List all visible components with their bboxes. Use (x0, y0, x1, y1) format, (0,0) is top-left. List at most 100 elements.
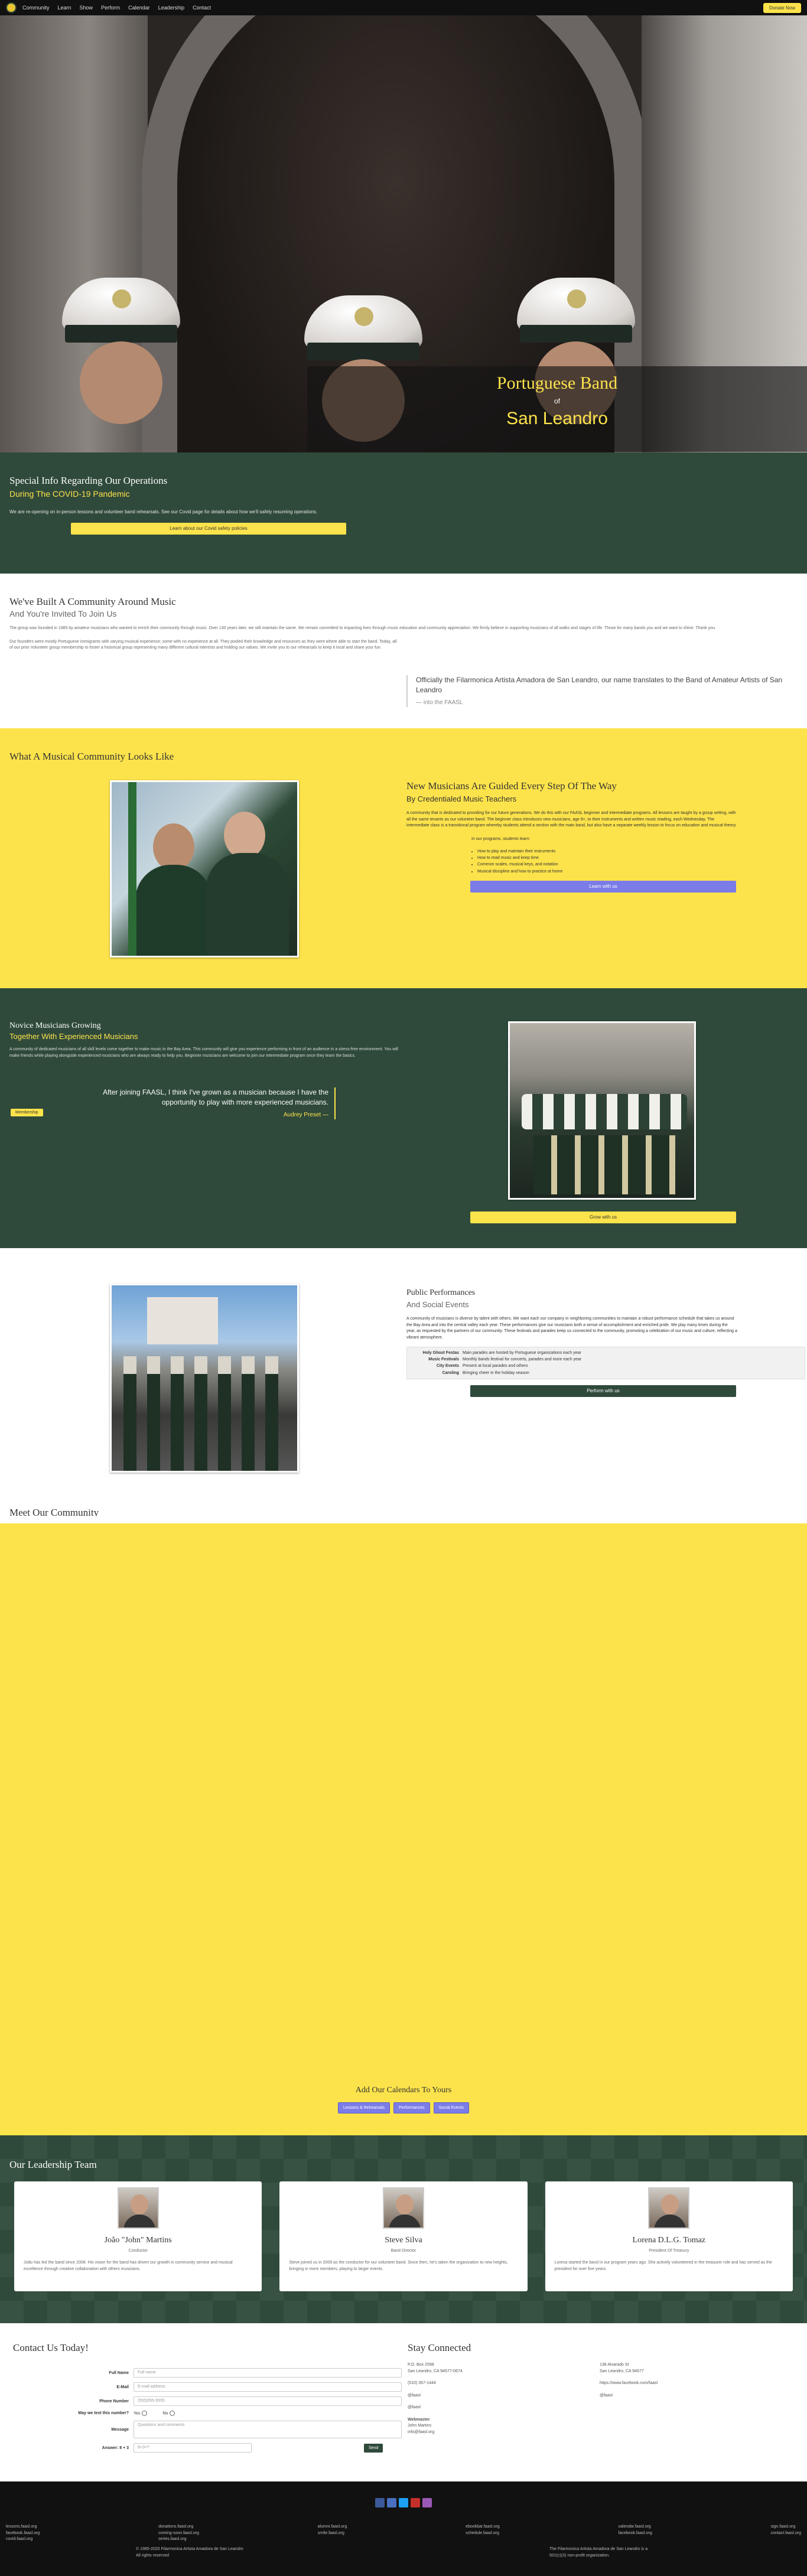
perform-with-us-button[interactable]: Perform with us (470, 1385, 736, 1397)
form-row: Answer: 8 + 3 8+3=? Send (65, 2443, 402, 2453)
phone-input[interactable]: (555)555-5555 (134, 2396, 402, 2406)
instagram-handle[interactable]: @faasl (408, 2393, 600, 2399)
nav-link-show[interactable]: Show (80, 5, 93, 11)
table-row: Caroling Bringing cheer in the holiday se… (442, 1370, 529, 1375)
radio-yes[interactable]: Yes (134, 2411, 148, 2416)
calendar-performances-button[interactable]: Performances (393, 2102, 430, 2113)
calendar-lessons-button[interactable]: Lessons & Rehearsals (337, 2102, 391, 2113)
linkedin-icon[interactable] (387, 2498, 396, 2507)
scallop-divider (0, 1516, 807, 1530)
hero-section: Portuguese Band of San Leandro (0, 0, 807, 452)
footer: lessons.faasl.org facebook.faasl.org covid… (0, 2481, 807, 2576)
musical-section-title: What A Musical Community Looks Like (9, 751, 174, 762)
webmaster-email[interactable]: info@faasl.org (408, 2430, 600, 2436)
list-item: How to read music and keep time (477, 855, 737, 861)
table-row: Music Festivals Monthly bands festival fo… (428, 1357, 582, 1362)
message-textarea[interactable]: Questions and comments (134, 2421, 402, 2438)
covid-section: Special Info Regarding Our Operations Du… (0, 452, 807, 574)
table-row: City Events Present at local parades and … (436, 1364, 528, 1369)
footer-col: calendar.faasl.org facebook.faasl.org (618, 2525, 652, 2535)
hero-title-box: Portuguese Band of San Leandro (307, 366, 807, 452)
community-section: We've Built A Community Around Music And… (0, 574, 807, 728)
musical-right-column: New Musicians Are Guided Every Step Of T… (406, 780, 737, 893)
social-handle[interactable]: @faasl (600, 2393, 792, 2399)
musical-list: How to play and maintain their instrumen… (477, 848, 737, 875)
leader-card: João "John" Martins Conductor João has l… (14, 2181, 262, 2291)
covid-subtitle: During The COVID-19 Pandemic (9, 489, 130, 499)
email-input[interactable]: E-mail address (134, 2382, 402, 2392)
hero-of: of (554, 397, 560, 405)
logo-icon[interactable] (6, 2, 17, 13)
students-photo (110, 780, 299, 958)
footer-links: lessons.faasl.org facebook.faasl.org covid… (6, 2524, 801, 2543)
parade-photo (110, 1284, 299, 1473)
musical-section: What A Musical Community Looks Like New … (0, 728, 807, 988)
leader-name: João "John" Martins (104, 2236, 172, 2245)
list-item: How to play and maintain their instrumen… (477, 848, 737, 855)
social-icons (0, 2498, 807, 2507)
radio-no[interactable]: No (162, 2411, 175, 2416)
footer-col: ebookbar.faasl.org schedule.faasl.org (466, 2525, 500, 2535)
table-row: Holy Ghost Festas Main parades are hosted… (422, 1351, 581, 1355)
grow-with-us-button[interactable]: Grow with us (470, 1212, 736, 1223)
leader-role: Conductor (128, 2249, 148, 2253)
leader-bio: João has led the band since 2008. His vi… (24, 2261, 233, 2271)
facebook-icon[interactable] (375, 2498, 385, 2507)
facebook-link[interactable]: https://www.facebook.com/faasl (600, 2380, 792, 2387)
quote-text: Officially the Filarmonica Artista Amado… (416, 676, 783, 694)
nav-link-community[interactable]: Community (22, 5, 50, 11)
events-table: Holy Ghost Festas Main parades are hosted… (406, 1347, 805, 1379)
nav-link-calendar[interactable]: Calendar (128, 5, 150, 11)
community-paragraph-1: The group was founded in 1985 by amateur… (9, 626, 716, 630)
musical-title: New Musicians Are Guided Every Step Of T… (406, 780, 617, 792)
quote-text: After joining FAASL, I think I've grown … (103, 1088, 328, 1106)
youtube-icon[interactable] (411, 2498, 420, 2507)
covid-title: Special Info Regarding Our Operations (9, 475, 168, 486)
list-item: Musical discipline and how to practice a… (477, 868, 737, 875)
full-name-input[interactable]: Full name (134, 2368, 402, 2378)
quote-source: — into the FAASL (416, 699, 463, 706)
twitter-icon[interactable] (399, 2498, 408, 2507)
avatar (382, 2187, 424, 2229)
nav-link-perform[interactable]: Perform (101, 5, 120, 11)
covid-policy-button[interactable]: Learn about our Covid safety policies (71, 523, 346, 535)
leader-role: President Of Treasury (649, 2249, 689, 2253)
band-member-cap (508, 278, 644, 424)
stay-connected: Stay Connected P.O. Box 2598 San Leandro,… (408, 2342, 792, 2435)
public-text: A community of musicians is diverse by t… (406, 1317, 737, 1340)
novice-quote: After joining FAASL, I think I've grown … (89, 1087, 336, 1119)
contact-section: Contact Us Today! Full Name Full name E-… (0, 2323, 807, 2481)
stay-col-1: P.O. Box 2598 San Leandro, CA 94577-0674 … (408, 2362, 600, 2435)
leader-card: Steve Silva Band Director Steve joined u… (279, 2181, 528, 2291)
contact-form: Full Name Full name E-Mail E-mail addres… (65, 2368, 402, 2457)
donate-button[interactable]: Donate Now (763, 2, 801, 13)
message-label: Message (111, 2427, 129, 2432)
hero-city: San Leandro (506, 409, 608, 428)
nav-link-contact[interactable]: Contact (193, 5, 211, 11)
calendar-buttons: Lessons & Rehearsals Performances Social… (0, 2102, 807, 2113)
footer-col: sign.faasl.org contact.faasl.org (770, 2525, 801, 2535)
avatar (117, 2187, 159, 2229)
leadership-title: Our Leadership Team (9, 2159, 97, 2170)
nav-link-learn[interactable]: Learn (58, 5, 71, 11)
form-row: E-Mail E-mail address (65, 2382, 402, 2392)
calendars-title: Add Our Calendars To Yours (355, 2086, 452, 2095)
calendar-social-button[interactable]: Social Events (433, 2102, 470, 2113)
band-rehearsal-photo (508, 1021, 696, 1200)
novice-text: A community of dedicated musicians of al… (9, 1047, 398, 1058)
leader-name: Lorena D.L.G. Tomaz (632, 2236, 706, 2245)
nav-link-leadership[interactable]: Leadership (158, 5, 185, 11)
leader-role: Band Director (391, 2249, 416, 2253)
footer-col: lessons.faasl.org facebook.faasl.org covid… (6, 2525, 40, 2541)
send-button[interactable]: Send (364, 2443, 383, 2453)
twitter-handle[interactable]: @faasl (408, 2405, 600, 2411)
form-row: Phone Number (555)555-5555 (65, 2396, 402, 2406)
leadership-section: Our Leadership Team João "John" Martins … (0, 2135, 807, 2323)
membership-button[interactable]: Membership (11, 1109, 43, 1116)
learn-with-us-button[interactable]: Learn with us (470, 880, 736, 893)
captcha-input[interactable]: 8+3=? (134, 2443, 252, 2453)
community-quote: Officially the Filarmonica Artista Amado… (406, 675, 796, 707)
form-row: Full Name Full name (65, 2368, 402, 2378)
musical-list-intro: In our programs, students learn: (471, 836, 531, 841)
instagram-icon[interactable] (422, 2498, 432, 2507)
